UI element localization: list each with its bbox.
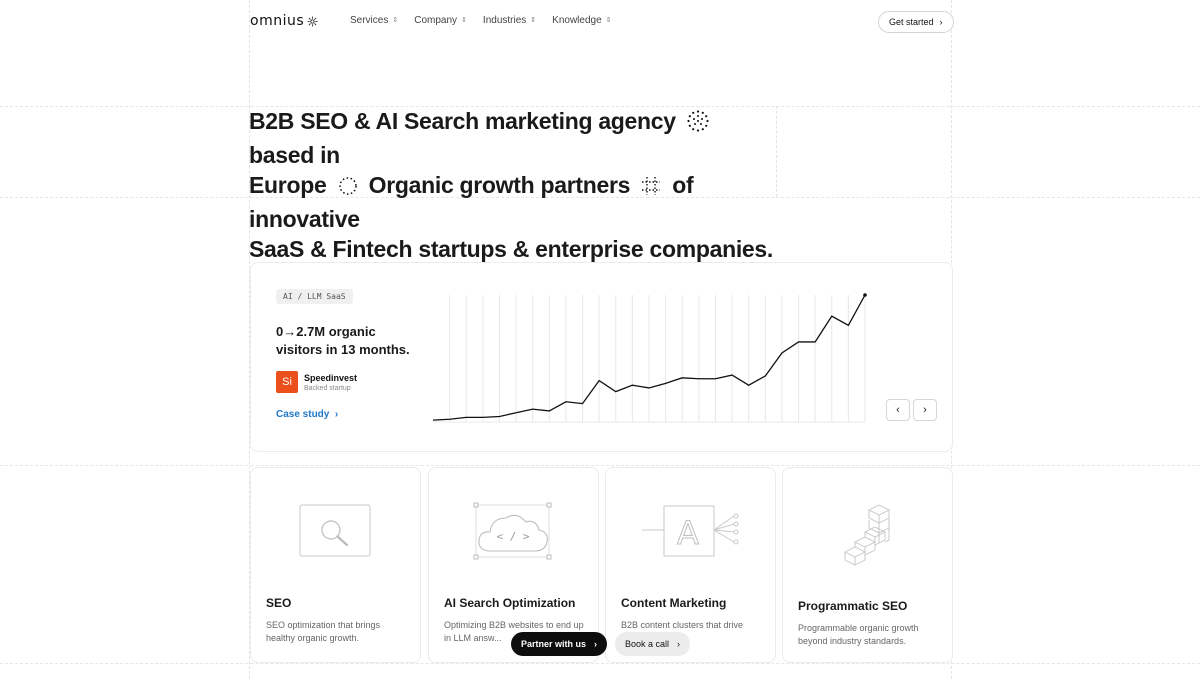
client-name: Speedinvest [304, 372, 358, 383]
chevron-updown-icon: ⇕ [461, 17, 467, 24]
case-headline-a: 0→2.7M organic [276, 324, 376, 339]
svg-text:A: A [677, 514, 699, 552]
menu-label: Company [414, 15, 458, 26]
service-card-seo[interactable]: SEO SEO optimization that brings healthy… [250, 467, 421, 663]
chart-point [863, 293, 867, 297]
menu-industries[interactable]: Industries ⇕ [483, 15, 536, 26]
menu-services[interactable]: Services ⇕ [350, 15, 398, 26]
dotted-grid-icon [640, 174, 662, 204]
menu-knowledge[interactable]: Knowledge ⇕ [552, 15, 611, 26]
hero-text-1a: B2B SEO & AI Search marketing agency [249, 108, 676, 134]
hero-headline: B2B SEO & AI Search marketing agency bas… [249, 106, 777, 264]
menu-label: Knowledge [552, 15, 602, 26]
get-started-button[interactable]: Get started › [878, 11, 954, 33]
growth-line-chart [432, 293, 867, 423]
service-title: Content Marketing [621, 596, 727, 610]
letter-a-network-icon: A [642, 505, 739, 557]
case-study-card: AI / LLM SaaS 0→2.7M organic visitors in… [250, 262, 953, 452]
prev-button[interactable]: ‹ [886, 399, 910, 421]
case-study-label: Case study [276, 409, 330, 420]
chevron-updown-icon: ⇕ [392, 17, 399, 24]
chevron-right-icon: › [939, 17, 943, 27]
client-logo: Si [276, 371, 298, 393]
case-headline-b: visitors in 13 months. [276, 342, 410, 357]
chevron-right-icon: › [923, 404, 927, 416]
hero-text-2b: Organic growth partners [368, 172, 631, 198]
stacked-cubes-icon [843, 504, 891, 566]
client-info: Si Speedinvest Backed startup [276, 371, 357, 393]
hero-text-2a: Europe [249, 172, 327, 198]
service-description: Programmable organic growth beyond indus… [798, 623, 919, 646]
partner-label: Partner with us [521, 639, 587, 649]
top-nav: omnius Services ⇕ Company ⇕ Industries ⇕… [0, 0, 1200, 42]
get-started-label: Get started [889, 17, 934, 27]
hero-text-3: SaaS & Fintech startups & enterprise com… [249, 236, 774, 262]
next-button[interactable]: › [913, 399, 937, 421]
chevron-updown-icon: ⇕ [530, 17, 537, 24]
logo-text: omnius [250, 13, 305, 29]
service-title: SEO [266, 596, 292, 610]
dot-sphere-icon [686, 109, 710, 140]
magnifier-icon [299, 504, 371, 557]
case-study-link[interactable]: Case study › [276, 409, 338, 420]
client-subtitle: Backed startup [304, 384, 351, 392]
book-a-call-button[interactable]: Book a call › [615, 632, 691, 656]
partner-with-us-button[interactable]: Partner with us › [511, 632, 608, 656]
book-call-label: Book a call [625, 639, 670, 649]
service-description: SEO optimization that brings healthy org… [266, 620, 381, 643]
industry-tag: AI / LLM SaaS [276, 289, 353, 304]
logo-mark-icon [307, 16, 318, 26]
main-menu: Services ⇕ Company ⇕ Industries ⇕ Knowle… [350, 15, 612, 26]
chevron-right-icon: › [594, 639, 598, 649]
service-title: Programmatic SEO [798, 599, 908, 613]
chevron-right-icon: › [677, 639, 681, 649]
floating-cta-bar: Partner with us › Book a call › [511, 632, 691, 656]
menu-company[interactable]: Company ⇕ [414, 15, 467, 26]
menu-label: Services [350, 15, 389, 26]
menu-label: Industries [482, 15, 527, 26]
chevron-updown-icon: ⇕ [605, 17, 612, 24]
hero-text-1b: based in [249, 142, 340, 168]
logo[interactable]: omnius [250, 13, 318, 29]
case-headline: 0→2.7M organic visitors in 13 months. [276, 323, 426, 359]
chevron-right-icon: › [332, 409, 339, 420]
dotted-circle-icon [337, 174, 359, 204]
cloud-code-icon: < / > [473, 502, 552, 560]
service-title: AI Search Optimization [444, 596, 576, 610]
svg-text:< / >: < / > [496, 530, 529, 543]
service-card-programmatic[interactable]: Programmatic SEO Programmable organic gr… [782, 467, 953, 663]
chevron-left-icon: ‹ [896, 404, 900, 416]
